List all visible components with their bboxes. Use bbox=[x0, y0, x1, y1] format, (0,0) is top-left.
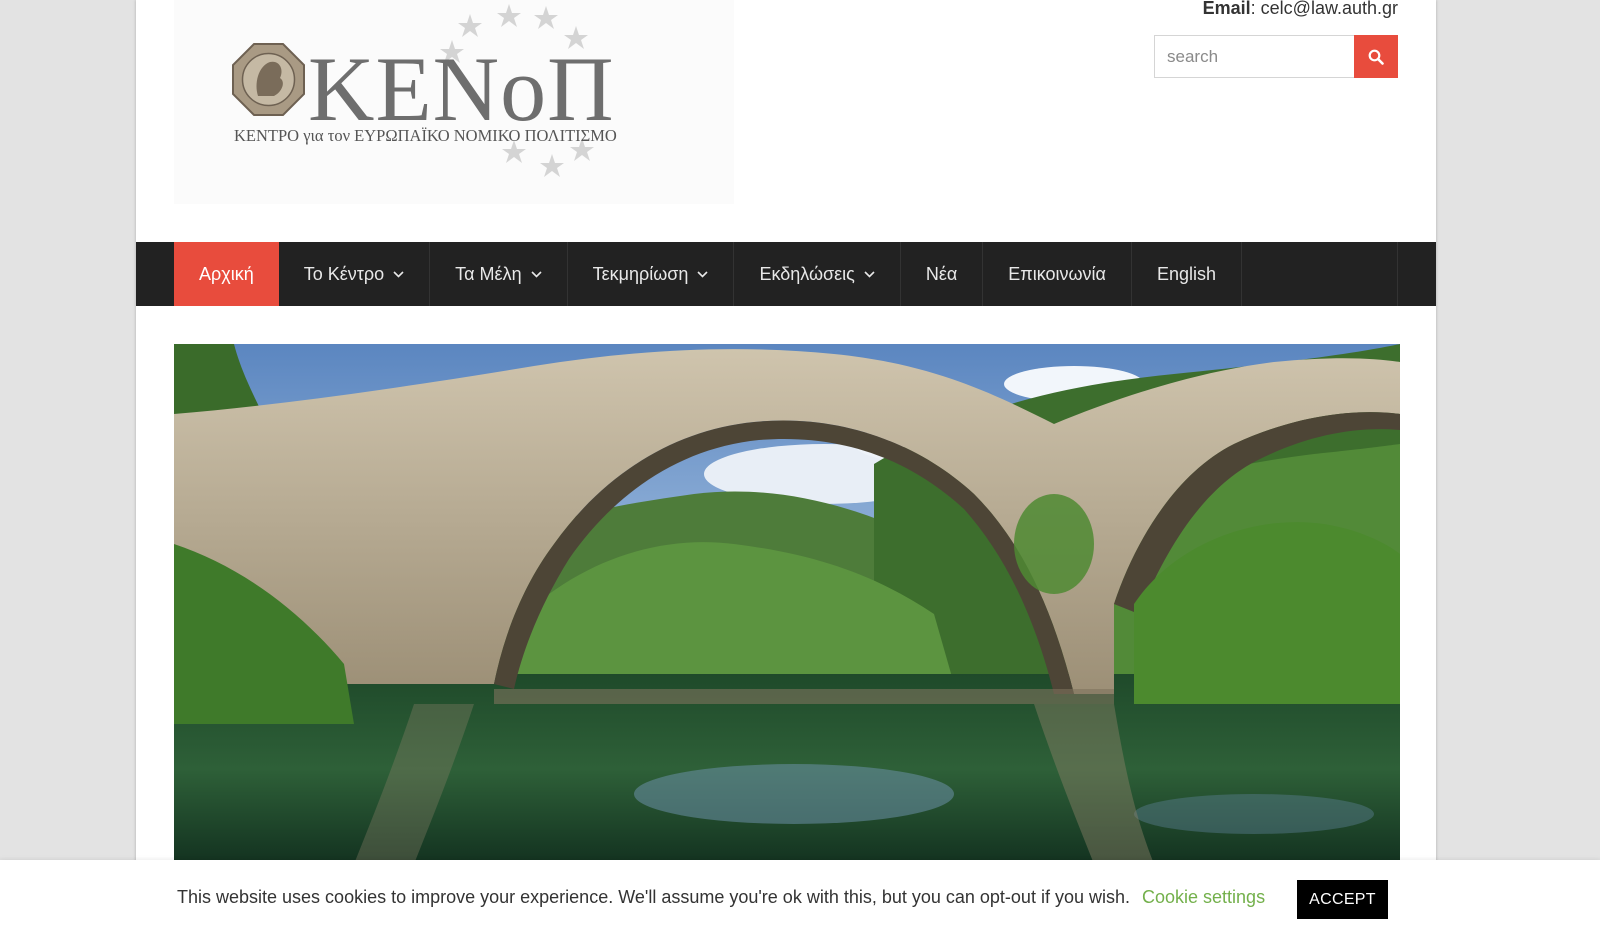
cookie-settings-link[interactable]: Cookie settings bbox=[1142, 887, 1265, 908]
nav-item-label: Τα Μέλη bbox=[455, 263, 522, 284]
nav-item-center[interactable]: Το Κέντρο bbox=[279, 242, 431, 306]
nav-item-contact[interactable]: Επικοινωνία bbox=[983, 242, 1132, 306]
nav-item-label: Το Κέντρο bbox=[303, 263, 385, 284]
nav-item-label: Τεκμηρίωση bbox=[592, 263, 689, 284]
email-label: Email bbox=[1202, 0, 1251, 18]
nav-item-news[interactable]: Νέα bbox=[901, 242, 984, 306]
nav-item-label: Εκδηλώσεις bbox=[759, 263, 855, 284]
nav-item-documentation[interactable]: Τεκμηρίωση bbox=[568, 242, 735, 306]
nav-item-label: Αρχική bbox=[199, 263, 254, 284]
search-icon bbox=[1368, 49, 1384, 65]
nav-item-members[interactable]: Τα Μέλη bbox=[430, 242, 568, 306]
nav-item-english[interactable]: English bbox=[1132, 242, 1243, 306]
nav-item-home[interactable]: Αρχική bbox=[174, 242, 279, 306]
chevron-down-icon bbox=[393, 270, 404, 278]
contact-email: Email: celc@law.auth.gr bbox=[1203, 0, 1398, 19]
site-logo[interactable]: ΚΕΝοΠ ΚΕΝΤΡΟ για τον ΕΥΡΩΠΑΪΚΟ ΝΟΜΙΚΟ ΠΟ… bbox=[174, 0, 734, 204]
chevron-down-icon bbox=[697, 270, 709, 278]
logo-subtitle: ΚΕΝΤΡΟ για τον ΕΥΡΩΠΑΪΚΟ ΝΟΜΙΚΟ ΠΟΛΙΤΙΣΜ… bbox=[234, 126, 617, 145]
main-navigation: Αρχική Το Κέντρο Τα Μέλη Τεκμηρίωση Εκδη… bbox=[136, 242, 1436, 306]
cookie-banner: This website uses cookies to improve you… bbox=[0, 860, 1600, 936]
accept-cookies-button[interactable]: ACCEPT bbox=[1297, 880, 1388, 919]
cookie-message: This website uses cookies to improve you… bbox=[177, 887, 1130, 907]
logo-graphic: ΚΕΝοΠ ΚΕΝΤΡΟ για τον ΕΥΡΩΠΑΪΚΟ ΝΟΜΙΚΟ ΠΟ… bbox=[232, 4, 617, 177]
nav-item-events[interactable]: Εκδηλώσεις bbox=[734, 242, 901, 306]
search-input[interactable] bbox=[1154, 35, 1354, 78]
nav-item-label: English bbox=[1156, 263, 1217, 284]
chevron-down-icon bbox=[864, 270, 875, 278]
search-form bbox=[1154, 35, 1398, 78]
nav-item-label: Επικοινωνία bbox=[1008, 263, 1106, 284]
stone-bridge-photo bbox=[174, 344, 1400, 864]
nav-item-label: Νέα bbox=[925, 263, 958, 284]
page-container: ΚΕΝοΠ ΚΕΝΤΡΟ για τον ΕΥΡΩΠΑΪΚΟ ΝΟΜΙΚΟ ΠΟ… bbox=[136, 0, 1436, 936]
search-button[interactable] bbox=[1354, 35, 1398, 78]
email-value[interactable]: : celc@law.auth.gr bbox=[1251, 0, 1398, 18]
chevron-down-icon bbox=[531, 270, 542, 278]
logo-title: ΚΕΝοΠ bbox=[308, 38, 615, 140]
hero-image bbox=[174, 344, 1400, 864]
nav-divider bbox=[1397, 242, 1398, 306]
